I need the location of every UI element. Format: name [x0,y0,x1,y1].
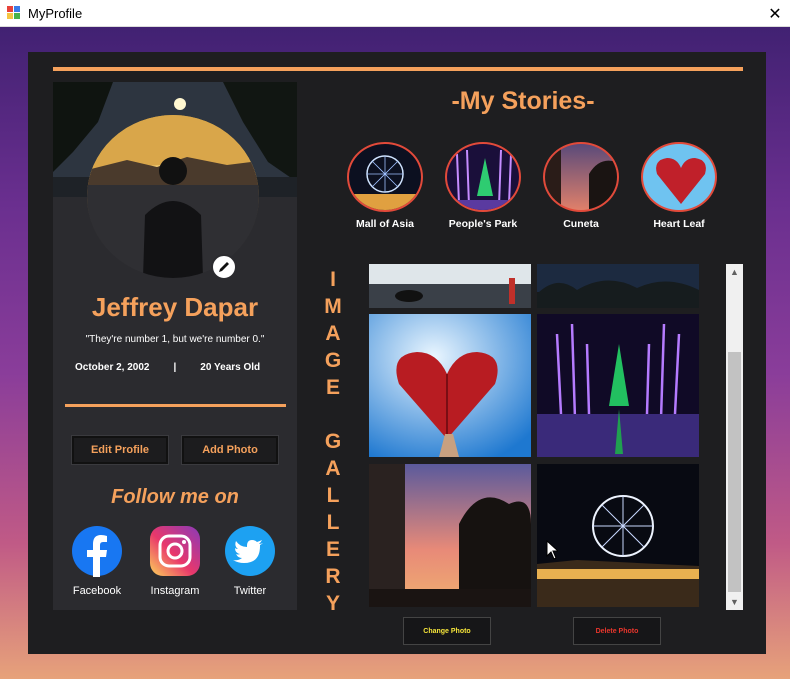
profile-avatar[interactable] [87,115,259,278]
scrollbar-thumb[interactable] [728,352,741,592]
scroll-up-arrow-icon[interactable]: ▲ [726,264,743,280]
story-peoples-park[interactable]: People's Park [438,142,528,230]
window-title: MyProfile [28,5,83,21]
gallery-letter [320,401,346,428]
scroll-down-arrow-icon[interactable]: ▼ [726,594,743,610]
close-button[interactable]: ✕ [760,0,790,27]
story-thumbnail [641,142,717,212]
profile-name: Jeffrey Dapar [91,292,259,322]
gallery-letter: A [325,457,341,480]
close-icon: ✕ [768,5,782,23]
title-bar: MyProfile ✕ [0,0,790,27]
top-divider [53,67,743,71]
gallery-photo[interactable] [369,314,531,457]
story-thumbnail [543,142,619,212]
profile-form: Jeffrey Dapar "They're number 1, but we'… [28,52,766,654]
profile-meta: October 2, 2002 | 20 Years Old [75,362,260,373]
gallery-photo[interactable] [537,314,699,457]
gallery-photo[interactable] [369,464,531,607]
story-label: Cuneta [563,218,599,230]
gallery-photo[interactable] [537,264,699,308]
meta-separator: | [173,362,177,373]
gallery-letter: I [330,268,336,291]
story-thumbnail [347,142,423,212]
age-text: 20 Years Old [200,362,261,373]
stories-title: -My Stories- [451,87,595,115]
story-label: People's Park [448,218,518,230]
gallery-vertical-label: I M A G E G A L L E R Y [320,266,346,617]
story-mall-of-asia[interactable]: Mall of Asia [340,142,430,230]
facebook-link[interactable]: Facebook [67,525,127,597]
profile-card: Jeffrey Dapar "They're number 1, but we'… [53,82,297,610]
twitter-link[interactable]: Twitter [220,525,280,597]
birthday-text: October 2, 2002 [75,362,150,373]
gallery-letter: R [325,565,341,588]
gallery-letter: A [325,322,341,345]
gallery-letter: G [324,349,342,372]
delete-photo-button[interactable]: Delete Photo [573,617,661,645]
app-icon [7,6,21,20]
card-divider [65,404,286,407]
facebook-label: Facebook [72,585,122,597]
mouse-cursor-icon [546,540,558,560]
twitter-label: Twitter [233,585,267,597]
follow-heading: Follow me on [111,486,239,508]
change-photo-button[interactable]: Change Photo [403,617,491,645]
story-thumbnail [445,142,521,212]
gallery-photo[interactable] [537,464,699,607]
instagram-link[interactable]: Instagram [145,525,205,597]
story-label: Mall of Asia [356,218,414,230]
instagram-icon [149,525,201,577]
gallery-letter: E [325,538,340,561]
gallery-letter: M [324,295,342,318]
story-label: Heart Leaf [653,218,705,230]
twitter-icon [224,525,276,577]
add-photo-button[interactable]: Add Photo [182,436,278,464]
gallery-photo[interactable] [369,264,531,308]
gallery-letter: E [325,376,340,399]
facebook-icon [71,525,123,577]
gallery-letter: G [324,430,342,453]
story-cuneta[interactable]: Cuneta [536,142,626,230]
instagram-label: Instagram [150,585,200,597]
pencil-icon [219,262,229,272]
gallery-letter: L [326,484,340,507]
edit-profile-button[interactable]: Edit Profile [72,436,168,464]
profile-quote: "They're number 1, but we're number 0." [85,334,265,345]
story-heart-leaf[interactable]: Heart Leaf [634,142,724,230]
edit-avatar-button[interactable] [211,254,237,280]
gallery-scrollbar[interactable]: ▲ ▼ [726,264,743,610]
gallery-letter: Y [325,592,340,615]
gallery-letter: L [326,511,340,534]
